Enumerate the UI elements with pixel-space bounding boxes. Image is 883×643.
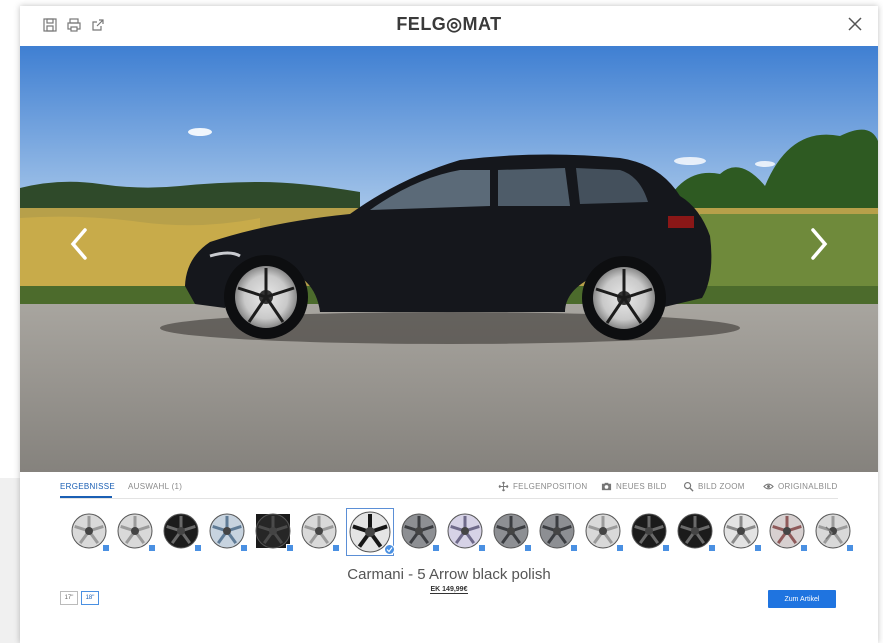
felgenposition-button[interactable]: FELGENPOSITION bbox=[498, 481, 587, 492]
backdrop-shade bbox=[0, 478, 20, 643]
selected-check-icon bbox=[384, 544, 395, 555]
chevron-right-icon[interactable] bbox=[822, 524, 836, 542]
car-preview-image bbox=[20, 46, 878, 472]
close-icon[interactable] bbox=[846, 15, 864, 33]
bild-zoom-button[interactable]: BILD ZOOM bbox=[683, 481, 745, 492]
wheel-thumbnail[interactable] bbox=[400, 512, 440, 552]
move-icon bbox=[498, 481, 509, 492]
tabs-divider bbox=[60, 498, 838, 499]
compare-checkbox[interactable] bbox=[332, 544, 340, 552]
wheel-thumbnail[interactable] bbox=[538, 512, 578, 552]
compare-checkbox[interactable] bbox=[754, 544, 762, 552]
neues-bild-label: NEUES BILD bbox=[616, 482, 667, 491]
compare-checkbox[interactable] bbox=[102, 544, 110, 552]
felgenposition-label: FELGENPOSITION bbox=[513, 482, 588, 491]
compare-checkbox[interactable] bbox=[148, 544, 156, 552]
compare-checkbox[interactable] bbox=[240, 544, 248, 552]
wheel-thumbnail[interactable] bbox=[768, 512, 808, 552]
tab-auswahl[interactable]: AUSWAHL (1) bbox=[128, 482, 182, 491]
modal-header: FELG◎MAT bbox=[20, 6, 878, 46]
zum-artikel-button[interactable]: Zum Artikel bbox=[768, 590, 836, 608]
wheel-thumbnail[interactable] bbox=[254, 512, 294, 552]
compare-checkbox[interactable] bbox=[662, 544, 670, 552]
tab-ergebnisse[interactable]: ERGEBNISSE bbox=[60, 482, 115, 491]
wheel-thumbnail[interactable] bbox=[208, 512, 248, 552]
wheel-thumbnail[interactable] bbox=[346, 508, 395, 556]
compare-checkbox[interactable] bbox=[800, 544, 808, 552]
camera-icon bbox=[601, 482, 612, 491]
compare-checkbox[interactable] bbox=[478, 544, 486, 552]
wheel-thumbnail[interactable] bbox=[162, 512, 202, 552]
zoom-icon bbox=[683, 481, 694, 492]
product-name: Carmani - 5 Arrow black polish bbox=[347, 566, 551, 583]
wheel-thumbnail[interactable] bbox=[70, 512, 110, 552]
felgomat-modal: FELG◎MAT ERGEBNISSE AUSWAHL (1) FELGENPO… bbox=[20, 6, 878, 643]
previous-image-arrow[interactable] bbox=[66, 224, 92, 264]
wheel-thumbnail[interactable] bbox=[446, 512, 486, 552]
bild-zoom-label: BILD ZOOM bbox=[698, 482, 745, 491]
product-price: EK 149,99€ bbox=[20, 586, 878, 594]
car-photo bbox=[20, 46, 878, 472]
wheel-carousel bbox=[70, 508, 854, 558]
wheel-thumbnail[interactable] bbox=[722, 512, 762, 552]
wheel-thumbnail[interactable] bbox=[300, 512, 340, 552]
compare-checkbox[interactable] bbox=[286, 544, 294, 552]
originalbild-button[interactable]: ORIGINALBILD bbox=[763, 481, 838, 492]
wheel-thumbnail[interactable] bbox=[630, 512, 670, 552]
compare-checkbox[interactable] bbox=[570, 544, 578, 552]
felgomat-logo: FELG◎MAT bbox=[396, 14, 502, 34]
size-17-button[interactable]: 17" bbox=[60, 591, 78, 605]
neues-bild-button[interactable]: NEUES BILD bbox=[601, 481, 667, 492]
next-image-arrow[interactable] bbox=[806, 224, 832, 264]
compare-checkbox[interactable] bbox=[432, 544, 440, 552]
wheel-thumbnail[interactable] bbox=[492, 512, 532, 552]
wheel-thumbnail[interactable] bbox=[584, 512, 624, 552]
wheel-thumbnail[interactable] bbox=[676, 512, 716, 552]
compare-checkbox[interactable] bbox=[846, 544, 854, 552]
eye-icon bbox=[763, 483, 774, 490]
price-value: EK 149,99€ bbox=[429, 586, 469, 594]
compare-checkbox[interactable] bbox=[708, 544, 716, 552]
size-18-button[interactable]: 18" bbox=[81, 591, 99, 605]
wheel-thumbnail[interactable] bbox=[116, 512, 156, 552]
compare-checkbox[interactable] bbox=[194, 544, 202, 552]
originalbild-label: ORIGINALBILD bbox=[778, 482, 838, 491]
tabs-bar: ERGEBNISSE AUSWAHL (1) FELGENPOSITION NE… bbox=[20, 472, 878, 502]
rim-size-selector: 17" 18" bbox=[60, 591, 99, 605]
compare-checkbox[interactable] bbox=[524, 544, 532, 552]
compare-checkbox[interactable] bbox=[616, 544, 624, 552]
